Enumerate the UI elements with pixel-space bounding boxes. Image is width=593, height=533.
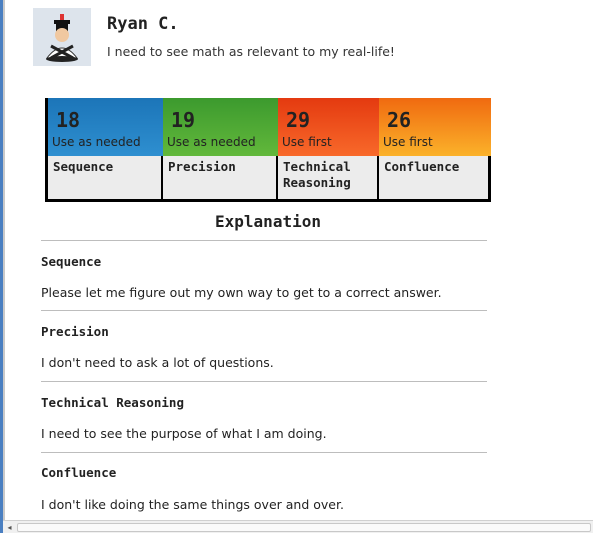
section-heading-technical-reasoning: Technical Reasoning (41, 395, 184, 410)
section-text-precision: I don't need to ask a lot of questions. (41, 355, 274, 370)
divider (41, 240, 487, 241)
score-tile-technical-reasoning: 29 Use first (278, 98, 379, 156)
score-value: 26 (387, 108, 412, 132)
profile-header: Ryan C. I need to see math as relevant t… (33, 8, 553, 68)
score-tile-precision: 19 Use as needed (163, 98, 278, 156)
score-value: 29 (286, 108, 311, 132)
student-quote: I need to see math as relevant to my rea… (107, 44, 395, 59)
section-heading-precision: Precision (41, 324, 109, 339)
score-usage: Use as needed (167, 135, 256, 149)
scroll-left-arrow-icon[interactable]: ◂ (5, 523, 14, 532)
score-usage: Use as needed (52, 135, 141, 149)
score-tile-confluence: 26 Use first (379, 98, 491, 156)
divider (41, 452, 487, 453)
scrollbar-thumb[interactable] (17, 523, 591, 532)
explanation-title: Explanation (215, 212, 321, 231)
section-text-confluence: I don't like doing the same things over … (41, 497, 344, 512)
section-text-technical-reasoning: I need to see the purpose of what I am d… (41, 426, 327, 441)
pattern-label-technical-reasoning: Technical Reasoning (278, 156, 379, 199)
score-value: 19 (171, 108, 196, 132)
section-heading-sequence: Sequence (41, 254, 102, 269)
section-text-sequence: Please let me figure out my own way to g… (41, 285, 442, 300)
learning-pattern-scores: 18 Use as needed 19 Use as needed 29 Use… (45, 98, 491, 202)
divider (41, 310, 487, 311)
score-value: 18 (56, 108, 81, 132)
pattern-label-precision: Precision (163, 156, 278, 199)
score-tile-sequence: 18 Use as needed (48, 98, 163, 156)
pattern-label-confluence: Confluence (379, 156, 488, 199)
section-heading-confluence: Confluence (41, 465, 117, 480)
student-avatar-icon (33, 8, 91, 66)
student-name: Ryan C. (107, 14, 179, 34)
pattern-label-sequence: Sequence (48, 156, 163, 199)
score-usage: Use first (282, 135, 332, 149)
main-content: Ryan C. I need to see math as relevant t… (5, 0, 593, 520)
divider (41, 381, 487, 382)
score-usage: Use first (383, 135, 433, 149)
horizontal-scrollbar[interactable]: ◂ (3, 520, 593, 533)
